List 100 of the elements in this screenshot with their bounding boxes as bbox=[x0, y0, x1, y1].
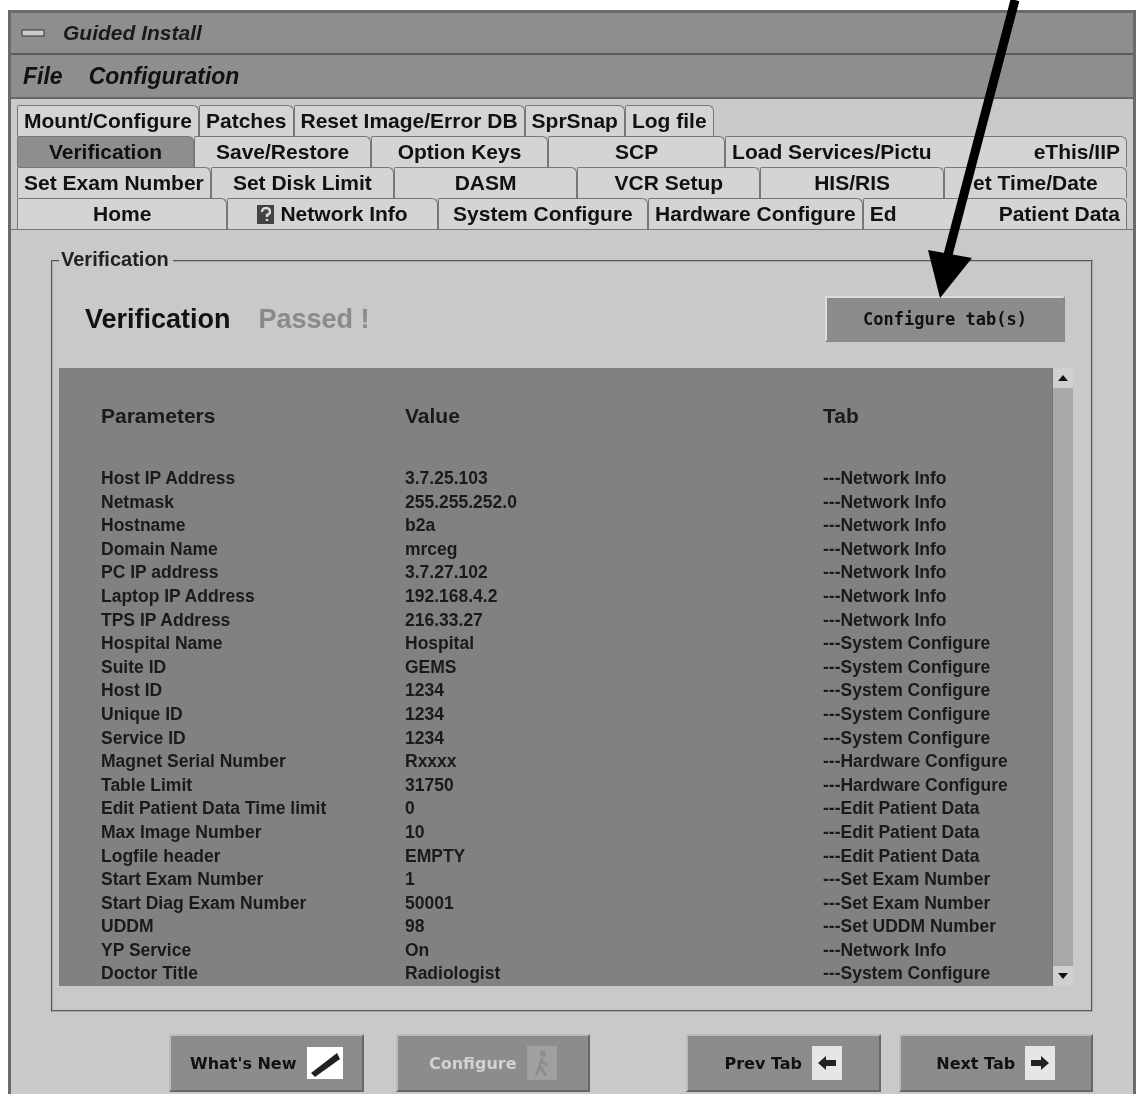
table-cell-text: Suite ID bbox=[101, 655, 168, 679]
table-cell-text: b2a bbox=[405, 514, 437, 538]
tab[interactable]: Hardware Configure bbox=[648, 198, 863, 229]
table-cell-text: ---Network Info bbox=[823, 561, 948, 585]
scroll-up-icon[interactable] bbox=[1053, 368, 1073, 388]
tab-label-fragment: Ed bbox=[869, 202, 897, 226]
tab[interactable]: Set Disk Limit bbox=[210, 167, 394, 198]
tab[interactable]: Save/Restore bbox=[194, 136, 372, 167]
table-cell-text: ---Hardware Configure bbox=[823, 773, 1009, 797]
footer-button[interactable]: Prev Tab bbox=[686, 1034, 881, 1092]
tab[interactable]: SCP bbox=[548, 136, 726, 167]
table-cell-text: ---Set UDDM Number bbox=[823, 915, 998, 939]
tab[interactable]: Reset Image/Error DB bbox=[293, 105, 525, 136]
table-cell-text: ---Network Info bbox=[823, 467, 948, 490]
scroll-down-icon[interactable] bbox=[1053, 966, 1073, 987]
tab[interactable]: SprSnap bbox=[524, 105, 625, 136]
table-cell-text: Table Limit bbox=[101, 773, 194, 797]
tab-label-fragment: Patient Data bbox=[998, 202, 1120, 226]
table-cell-text: 1234 bbox=[405, 702, 445, 726]
tab[interactable]: Option Keys bbox=[371, 136, 549, 167]
help-icon bbox=[257, 204, 275, 224]
table-cell-text: ---System Configure bbox=[823, 632, 992, 656]
table-cell-text: ---Edit Patient Data bbox=[823, 820, 981, 844]
column-header: Value bbox=[405, 404, 461, 429]
table-cell-text: 1 bbox=[405, 868, 416, 892]
tab[interactable]: Verification bbox=[17, 136, 194, 167]
table-cell-text: GEMS bbox=[405, 655, 458, 679]
tab[interactable]: Load Services/Pictu eThis/IIP bbox=[725, 136, 1127, 167]
scrollbar[interactable] bbox=[1052, 368, 1073, 987]
table-cell-text: Start Exam Number bbox=[101, 868, 265, 892]
table-cell-text: Laptop IP Address bbox=[101, 584, 256, 608]
tab[interactable]: Mount/Configure bbox=[17, 105, 199, 136]
tab[interactable]: DASM bbox=[394, 167, 578, 198]
tab[interactable]: VCR Setup bbox=[577, 167, 761, 198]
menu-item[interactable]: File bbox=[23, 62, 63, 90]
table-cell-text: 216.33.27 bbox=[405, 608, 484, 632]
table-cell-text: Doctor Title bbox=[101, 962, 199, 986]
table-cell-text: Max Image Number bbox=[101, 820, 263, 844]
table-cell-text: Hostname bbox=[101, 514, 187, 538]
table-cell-text: ---Network Info bbox=[823, 490, 948, 514]
table-cell-text: Netmask bbox=[101, 490, 175, 514]
table-cell-text: ---Hardware Configure bbox=[823, 750, 1009, 774]
table-cell-text: ---Network Info bbox=[823, 584, 948, 608]
table-cell-text: On bbox=[405, 938, 431, 962]
table-cell-text: ---Network Info bbox=[823, 537, 948, 561]
table-cell-text: PC IP address bbox=[101, 561, 220, 585]
table-cell-text: ---Edit Patient Data bbox=[823, 844, 981, 868]
table-cell-text: Radiologist bbox=[405, 962, 502, 986]
menu-item[interactable]: Configuration bbox=[88, 62, 240, 90]
tab[interactable]: Patches bbox=[198, 105, 294, 136]
verification-heading: Verification bbox=[85, 303, 231, 335]
table-cell-text: Host IP Address bbox=[101, 467, 237, 490]
table-cell-text: ---Network Info bbox=[823, 514, 948, 538]
table-cell-text: Logfile header bbox=[101, 844, 222, 868]
table-cell-text: Host ID bbox=[101, 679, 164, 703]
tab[interactable]: HIS/RIS bbox=[760, 167, 944, 198]
table-cell-text: YP Service bbox=[101, 938, 193, 962]
tab[interactable]: Set Exam Number bbox=[17, 167, 211, 198]
table-cell-text: Magnet Serial Number bbox=[101, 750, 287, 774]
table-cell-text: Hospital bbox=[405, 632, 476, 656]
table-cell-text: ---System Configure bbox=[823, 702, 992, 726]
footer-button[interactable]: Next Tab bbox=[898, 1034, 1093, 1092]
table-cell-text: Rxxxx bbox=[405, 750, 458, 774]
table-cell-text: ---System Configure bbox=[823, 726, 992, 750]
tab[interactable]: et Time/Date bbox=[943, 167, 1127, 198]
table-cell-text: 1234 bbox=[405, 679, 445, 703]
table-cell-text: 31750 bbox=[405, 773, 455, 797]
table-cell-text: 3.7.25.103 bbox=[405, 467, 489, 490]
table-cell-text: ---Network Info bbox=[823, 608, 948, 632]
table-cell-text: UDDM bbox=[101, 915, 155, 939]
table-cell-text: ---System Configure bbox=[823, 962, 992, 986]
table-cell-text: ---Set Exam Number bbox=[823, 868, 992, 892]
table-cell-text: Service ID bbox=[101, 726, 187, 750]
window-title: Guided Install bbox=[63, 21, 202, 45]
table-cell-text: 1234 bbox=[405, 726, 445, 750]
table-cell-text: 50001 bbox=[405, 891, 455, 915]
tab-label-fragment: eThis/IIP bbox=[1033, 140, 1120, 164]
footer-button[interactable]: What's New bbox=[169, 1034, 364, 1092]
column-header: Tab bbox=[823, 404, 860, 429]
table-cell-text: 0 bbox=[405, 797, 416, 821]
tab[interactable]: System Configure bbox=[437, 198, 649, 229]
table-cell-text: TPS IP Address bbox=[101, 608, 232, 632]
tab[interactable]: Log file bbox=[624, 105, 714, 136]
table-cell-text: 192.168.4.2 bbox=[405, 584, 499, 608]
table-cell-text: ---System Configure bbox=[823, 655, 992, 679]
status-text: Passed ! bbox=[258, 303, 371, 335]
tab[interactable]: Home bbox=[17, 198, 228, 229]
table-cell-text: Domain Name bbox=[101, 537, 219, 561]
tab[interactable]: Network Info bbox=[227, 198, 438, 229]
table-cell-text: Start Diag Exam Number bbox=[101, 891, 308, 915]
tab-label-fragment: Load Services/Pictu bbox=[732, 140, 932, 164]
table-cell-text: ---Edit Patient Data bbox=[823, 797, 981, 821]
window-menu-icon[interactable] bbox=[21, 26, 45, 40]
table-cell-text: Unique ID bbox=[101, 702, 184, 726]
table-cell-text: ---Network Info bbox=[823, 938, 948, 962]
table-cell-text: 255.255.252.0 bbox=[405, 490, 518, 514]
tab[interactable]: Ed Patient Data bbox=[862, 198, 1127, 229]
table-cell-text: Hospital Name bbox=[101, 632, 224, 656]
configure-tabs-button[interactable]: Configure tab(s) bbox=[825, 296, 1065, 342]
table-cell-text: 3.7.27.102 bbox=[405, 561, 489, 585]
